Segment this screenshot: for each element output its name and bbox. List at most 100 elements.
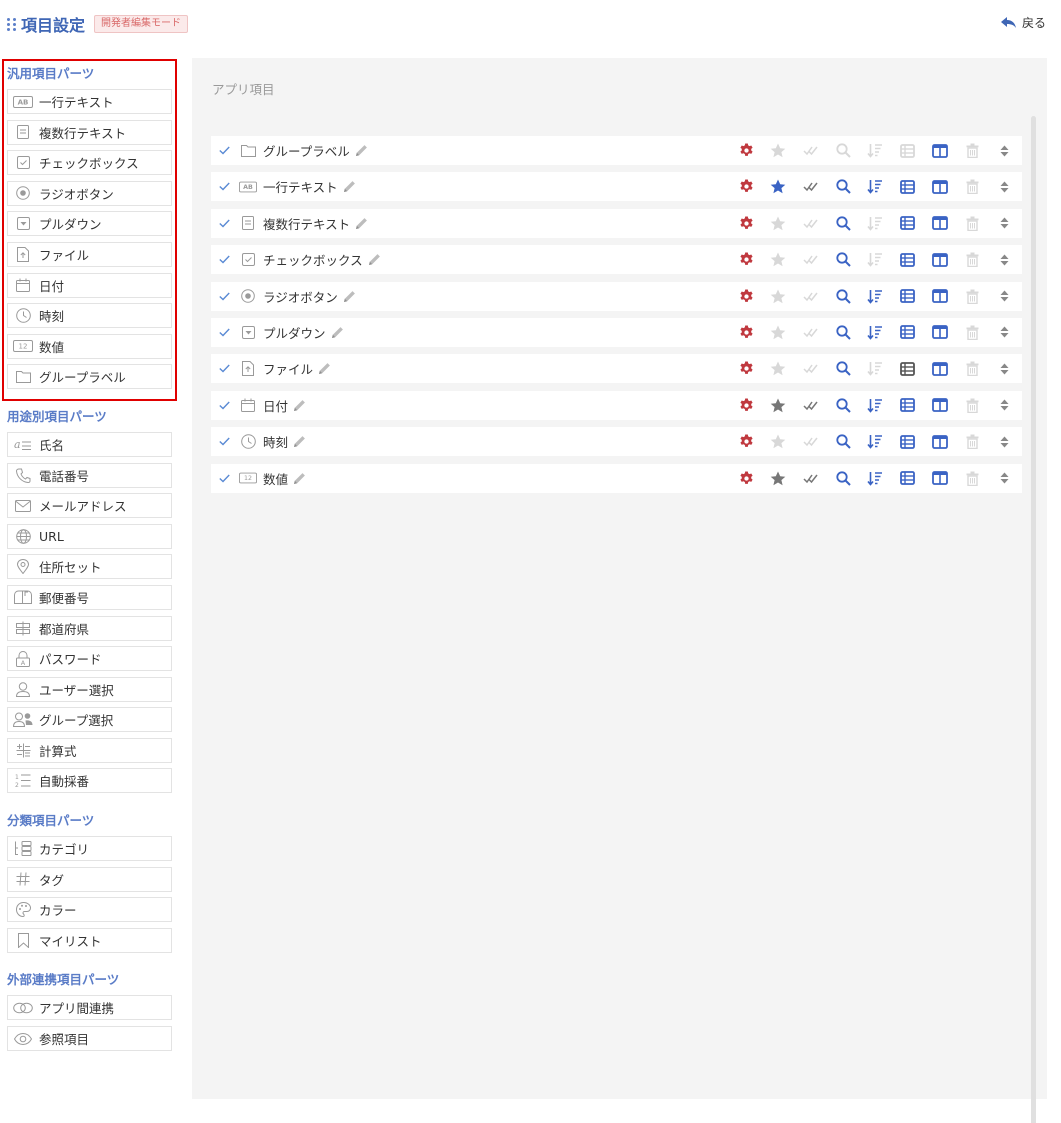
reorder-handle-icon[interactable]	[988, 145, 1020, 157]
settings-gear-icon[interactable]	[730, 143, 762, 158]
enabled-check-icon[interactable]	[219, 255, 233, 264]
trash-icon[interactable]	[956, 252, 988, 268]
double-check-icon[interactable]	[795, 472, 827, 485]
star-icon[interactable]	[762, 252, 794, 267]
reorder-handle-icon[interactable]	[988, 217, 1020, 229]
sort-icon[interactable]	[859, 252, 891, 267]
part-item[interactable]: プルダウン	[7, 211, 172, 237]
star-icon[interactable]	[762, 325, 794, 340]
enabled-check-icon[interactable]	[219, 474, 233, 483]
part-item[interactable]: カテゴリ	[7, 836, 172, 862]
edit-pencil-icon[interactable]	[293, 435, 306, 448]
settings-gear-icon[interactable]	[730, 325, 762, 340]
double-check-icon[interactable]	[795, 362, 827, 375]
part-item[interactable]: 参照項目	[7, 1026, 172, 1052]
search-icon[interactable]	[827, 434, 859, 449]
settings-gear-icon[interactable]	[730, 252, 762, 267]
part-item[interactable]: 複数行テキスト	[7, 119, 172, 145]
star-icon[interactable]	[762, 361, 794, 376]
field-row[interactable]: 日付	[211, 390, 1022, 420]
sort-icon[interactable]	[859, 179, 891, 195]
search-icon[interactable]	[827, 252, 859, 267]
edit-pencil-icon[interactable]	[343, 290, 356, 303]
star-icon[interactable]	[762, 216, 794, 231]
part-item[interactable]: タグ	[7, 866, 172, 892]
column-layout-icon[interactable]	[924, 325, 956, 340]
part-item[interactable]: 計算式	[7, 737, 172, 763]
reorder-handle-icon[interactable]	[988, 399, 1020, 411]
field-row[interactable]: プルダウン	[211, 317, 1022, 347]
reorder-handle-icon[interactable]	[988, 363, 1020, 375]
list-view-icon[interactable]	[891, 398, 923, 413]
search-icon[interactable]	[827, 470, 859, 486]
part-item[interactable]: 郵便番号	[7, 584, 172, 610]
part-item[interactable]: 住所セット	[7, 554, 172, 580]
trash-icon[interactable]	[956, 361, 988, 377]
field-row[interactable]: 時刻	[211, 427, 1022, 457]
part-item[interactable]: a 氏名	[7, 431, 172, 457]
part-item[interactable]: カラー	[7, 897, 172, 923]
column-layout-icon[interactable]	[924, 216, 956, 231]
star-icon[interactable]	[762, 179, 794, 194]
list-view-icon[interactable]	[891, 289, 923, 303]
search-icon[interactable]	[827, 143, 859, 158]
field-row[interactable]: チェックボックス	[211, 245, 1022, 275]
reorder-handle-icon[interactable]	[988, 436, 1020, 448]
double-check-icon[interactable]	[795, 399, 827, 412]
list-view-icon[interactable]	[891, 143, 923, 158]
part-item[interactable]: A パスワード	[7, 646, 172, 672]
trash-icon[interactable]	[956, 471, 988, 486]
settings-gear-icon[interactable]	[730, 179, 762, 194]
part-item[interactable]: 時刻	[7, 303, 172, 329]
enabled-check-icon[interactable]	[219, 328, 233, 337]
edit-pencil-icon[interactable]	[355, 144, 368, 157]
edit-pencil-icon[interactable]	[293, 472, 306, 485]
trash-icon[interactable]	[956, 179, 988, 195]
part-item[interactable]: ファイル	[7, 241, 172, 267]
part-item[interactable]: グループラベル	[7, 364, 172, 390]
trash-icon[interactable]	[956, 325, 988, 340]
enabled-check-icon[interactable]	[219, 292, 233, 301]
edit-pencil-icon[interactable]	[293, 399, 306, 412]
double-check-icon[interactable]	[795, 435, 827, 448]
part-item[interactable]: 12 自動採番	[7, 768, 172, 794]
reorder-handle-icon[interactable]	[988, 181, 1020, 193]
trash-icon[interactable]	[956, 143, 988, 158]
part-item[interactable]: アプリ間連携	[7, 995, 172, 1021]
list-view-icon[interactable]	[891, 179, 923, 194]
column-layout-icon[interactable]	[924, 289, 956, 303]
part-item[interactable]: 12 数値	[7, 333, 172, 359]
enabled-check-icon[interactable]	[219, 182, 233, 191]
trash-icon[interactable]	[956, 289, 988, 304]
enabled-check-icon[interactable]	[219, 219, 233, 228]
enabled-check-icon[interactable]	[219, 364, 233, 373]
search-icon[interactable]	[827, 216, 859, 231]
edit-pencil-icon[interactable]	[355, 217, 368, 230]
field-row[interactable]: ファイル	[211, 354, 1022, 384]
scrollbar[interactable]	[1031, 116, 1036, 1123]
sort-icon[interactable]	[859, 216, 891, 231]
column-layout-icon[interactable]	[924, 434, 956, 449]
reorder-handle-icon[interactable]	[988, 254, 1020, 266]
part-item[interactable]: 都道府県	[7, 615, 172, 641]
search-icon[interactable]	[827, 398, 859, 413]
double-check-icon[interactable]	[795, 217, 827, 230]
search-icon[interactable]	[827, 179, 859, 195]
list-view-icon[interactable]	[891, 361, 923, 376]
double-check-icon[interactable]	[795, 253, 827, 266]
settings-gear-icon[interactable]	[730, 470, 762, 486]
field-row[interactable]: AB 一行テキスト	[211, 172, 1022, 202]
column-layout-icon[interactable]	[924, 398, 956, 413]
edit-pencil-icon[interactable]	[368, 253, 381, 266]
edit-pencil-icon[interactable]	[318, 362, 331, 375]
double-check-icon[interactable]	[795, 144, 827, 157]
list-view-icon[interactable]	[891, 216, 923, 231]
reorder-handle-icon[interactable]	[988, 472, 1020, 484]
double-check-icon[interactable]	[795, 290, 827, 303]
part-item[interactable]: メールアドレス	[7, 493, 172, 519]
search-icon[interactable]	[827, 288, 859, 304]
part-item[interactable]: URL	[7, 523, 172, 549]
field-row[interactable]: グループラベル	[211, 136, 1022, 165]
settings-gear-icon[interactable]	[730, 434, 762, 449]
column-layout-icon[interactable]	[924, 252, 956, 267]
